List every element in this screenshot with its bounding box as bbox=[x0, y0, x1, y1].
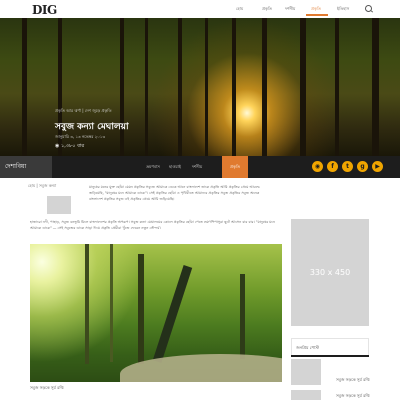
hero-view-count: ◉ ১,৩৮০ বার bbox=[55, 143, 85, 149]
photo-caption: সবুজ সড়কে সূর্য রশ্মি bbox=[30, 385, 64, 390]
author-thumbnail bbox=[47, 196, 71, 214]
top-nav-home[interactable]: হোম bbox=[236, 6, 243, 13]
article-body: হাজারো নদী, পাহাড়, সবুজ বনভূমি মিলে বাং… bbox=[30, 220, 275, 230]
article-intro: মানুষের মনের মুক্ত ছোঁয়া যেমন প্রকৃতির … bbox=[89, 185, 260, 201]
site-logo[interactable]: DIG bbox=[32, 3, 57, 17]
hero-banner[interactable]: প্রকৃতি আর ঝর্ণা | দেশ জুড়ে প্রকৃতি সবু… bbox=[0, 18, 400, 156]
rss-icon[interactable]: ◉ bbox=[312, 161, 323, 172]
main-navbar: দেশাবিয়া ভ্রমণবাস হাওয়াই দর্শনীয় প্রক… bbox=[0, 156, 400, 178]
top-bar: DIG হোম প্রকৃতি দর্শনীয় প্রকৃতি ইতিহাস bbox=[0, 0, 400, 18]
ad-placeholder[interactable]: 330 x 450 bbox=[291, 219, 369, 326]
eye-icon: ◉ bbox=[55, 143, 60, 149]
top-nav-nature-active[interactable]: প্রকৃতি bbox=[311, 6, 321, 13]
active-nav-indicator bbox=[306, 14, 328, 16]
sunlit-road bbox=[120, 354, 282, 382]
youtube-icon[interactable]: ▶ bbox=[372, 161, 383, 172]
hero-title[interactable]: সবুজ কন্যা মেঘালয়া bbox=[55, 119, 129, 134]
search-icon[interactable] bbox=[365, 5, 372, 12]
hero-category[interactable]: প্রকৃতি আর ঝর্ণা | দেশ জুড়ে প্রকৃতি bbox=[55, 108, 111, 115]
popular-post-thumbnail[interactable] bbox=[291, 359, 321, 385]
popular-post-title[interactable]: সবুজ সড়কে সূর্য রশ্মি bbox=[336, 377, 370, 384]
nav-hawaii[interactable]: হাওয়াই bbox=[163, 156, 187, 178]
twitter-icon[interactable]: t bbox=[342, 161, 353, 172]
top-nav-nature[interactable]: প্রকৃতি bbox=[262, 6, 272, 13]
popular-posts-header: জনপ্রিয় পোস্ট bbox=[291, 338, 369, 356]
hero-date: জানুয়ারি ৩, ১৩ নভেম্বর ২০১৩ bbox=[55, 134, 106, 139]
popular-posts-divider bbox=[291, 355, 369, 357]
breadcrumb[interactable]: হোম | সবুজ কন্যা bbox=[28, 183, 56, 190]
nav-nature[interactable]: প্রকৃতি bbox=[222, 156, 248, 178]
top-nav-history[interactable]: ইতিহাস bbox=[337, 6, 349, 13]
popular-post-thumbnail[interactable] bbox=[291, 390, 321, 400]
top-nav-sights[interactable]: দর্শনীয় bbox=[285, 6, 295, 13]
section-brand[interactable]: দেশাবিয়া bbox=[0, 156, 52, 178]
popular-post-title[interactable]: সবুজ সড়কে সূর্য রশ্মি bbox=[336, 393, 370, 400]
nav-sights[interactable]: দর্শনীয় bbox=[185, 156, 209, 178]
article-photo bbox=[30, 244, 282, 382]
facebook-icon[interactable]: f bbox=[327, 161, 338, 172]
googleplus-icon[interactable]: g bbox=[357, 161, 368, 172]
